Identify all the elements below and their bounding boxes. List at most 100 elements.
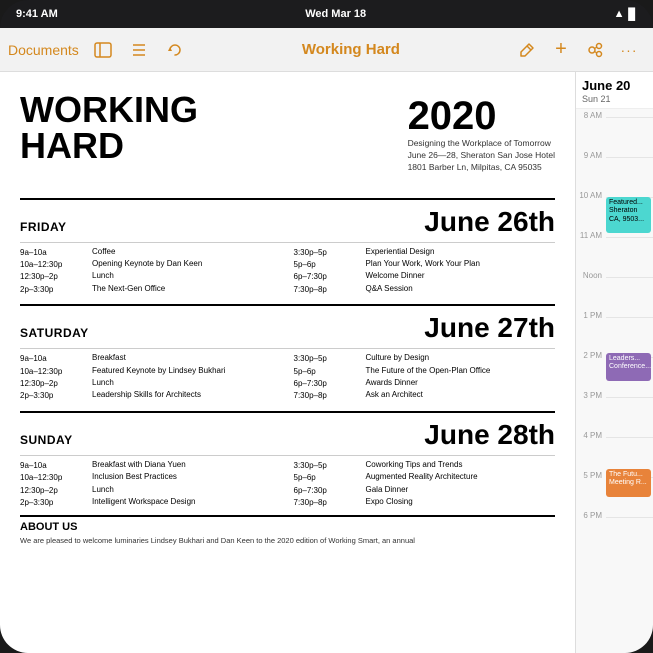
schedule-event: Ask an Architect (366, 390, 556, 400)
schedule-event: Experiential Design (366, 247, 556, 257)
schedule-event: Lunch (92, 378, 282, 388)
days-container: FRIDAYJune 26th9a–10aCoffee10a–12:30pOpe… (20, 198, 555, 510)
date-large: June 27th (424, 312, 555, 344)
cal-time-row: 11 AM (576, 229, 653, 269)
status-time: 9:41 AM (16, 8, 58, 20)
add-button[interactable]: + (545, 34, 577, 66)
cal-time-row: 8 AM (576, 109, 653, 149)
day-header-row: SUNDAYJune 28th (20, 419, 555, 451)
doc-year: 2020 (408, 96, 555, 136)
schedule-time: 6p–7:30p (294, 485, 364, 495)
schedule-row: 5p–6pThe Future of the Open-Plan Office (294, 366, 556, 376)
wifi-icon: ▲ (614, 8, 625, 20)
cal-time-row: 4 PM (576, 429, 653, 469)
day-header-row: SATURDAY June 27th (20, 312, 555, 344)
schedule-row: 12:30p–2pLunch (20, 485, 282, 495)
documents-button[interactable]: Documents (8, 42, 79, 58)
schedule-event: Inclusion Best Practices (92, 472, 282, 482)
list-view-button[interactable] (123, 34, 155, 66)
schedule-time: 3:30p–5p (294, 353, 364, 363)
schedule-event: Lunch (92, 271, 282, 281)
main-area: WORKING HARD 2020 Designing the Workplac… (0, 72, 653, 653)
schedule-event: Featured Keynote by Lindsey Bukhari (92, 366, 282, 376)
document-title: Working Hard (195, 41, 507, 58)
schedule-time: 6p–7:30p (294, 271, 364, 281)
schedule-row: 10a–12:30pOpening Keynote by Dan Keen (20, 259, 282, 269)
status-date: Wed Mar 18 (305, 8, 366, 20)
schedule-event: Opening Keynote by Dan Keen (92, 259, 282, 269)
schedule-time: 9a–10a (20, 247, 90, 257)
schedule-time: 10a–12:30p (20, 472, 90, 482)
schedule-row: 2p–3:30pThe Next-Gen Office (20, 284, 282, 294)
schedule-row: 7:30p–8pAsk an Architect (294, 390, 556, 400)
share-button[interactable] (579, 34, 611, 66)
cal-month-year: June 20 (582, 78, 630, 93)
schedule-event: Welcome Dinner (366, 271, 556, 281)
cal-time-area: 8 AM9 AM10 AM11 AMNoon1 PM2 PM3 PM4 PM5 … (576, 109, 653, 549)
schedule-time: 3:30p–5p (294, 247, 364, 257)
about-text: We are pleased to welcome luminaries Lin… (20, 536, 555, 547)
day-section: SATURDAY June 27th 9a–10aBreakfast 10a–12:3… (20, 304, 555, 403)
toolbar: Documents Working Hard (0, 28, 653, 72)
schedule-event: Leadership Skills for Architects (92, 390, 282, 400)
cal-time-label: 9 AM (576, 149, 606, 189)
more-button[interactable]: ··· (613, 34, 645, 66)
cal-event[interactable]: Leaders... Conference... (606, 353, 651, 381)
schedule-event: Augmented Reality Architecture (366, 472, 556, 482)
doc-header-right: 2020 Designing the Workplace of Tomorrow… (408, 92, 555, 174)
schedule-time: 9a–10a (20, 353, 90, 363)
schedule-grid: 9a–10aBreakfast 10a–12:30pFeatured Keynot… (20, 353, 555, 403)
cal-time-label: Noon (576, 269, 606, 309)
calendar-sidebar: June 20 Sun 21 8 AM9 AM10 AM11 AMNoon1 P… (575, 72, 653, 653)
day-label: SATURDAY (20, 326, 89, 340)
schedule-event: Intelligent Workspace Design (92, 497, 282, 507)
schedule-row: 2p–3:30pIntelligent Workspace Design (20, 497, 282, 507)
schedule-time: 10a–12:30p (20, 366, 90, 376)
undo-button[interactable] (159, 34, 191, 66)
sidebar-toggle-button[interactable] (87, 34, 119, 66)
schedule-time: 3:30p–5p (294, 460, 364, 470)
date-large: June 28th (424, 419, 555, 451)
cal-time-label: 4 PM (576, 429, 606, 469)
schedule-event: Awards Dinner (366, 378, 556, 388)
subtitle-line1: Designing the Workplace of Tomorrow (408, 138, 555, 150)
cal-time-row: Noon (576, 269, 653, 309)
schedule-event: Gala Dinner (366, 485, 556, 495)
schedule-event: Q&A Session (366, 284, 556, 294)
cal-time-label: 8 AM (576, 109, 606, 149)
schedule-row: 10a–12:30pFeatured Keynote by Lindsey Bu… (20, 366, 282, 376)
day-section: SUNDAYJune 28th 9a–10aBreakfast with Dian… (20, 411, 555, 510)
subtitle-line2: June 26—28, Sheraton San Jose Hotel (408, 150, 555, 162)
cal-time-row: 3 PM (576, 389, 653, 429)
cal-time-label: 6 PM (576, 509, 606, 549)
cal-event[interactable]: Featured... Sheraton CA, 9503... (606, 197, 651, 233)
cal-event[interactable]: The Futu... Meeting R... (606, 469, 651, 497)
document-area: WORKING HARD 2020 Designing the Workplac… (0, 72, 575, 653)
battery-icon: ▊ (629, 8, 637, 21)
schedule-row: 12:30p–2pLunch (20, 271, 282, 281)
schedule-row: 3:30p–5pCulture by Design (294, 353, 556, 363)
status-icons: ▲ ▊ (614, 8, 637, 21)
cal-date-label: Sun 21 (582, 94, 647, 104)
schedule-time: 5p–6p (294, 472, 364, 482)
schedule-time: 9a–10a (20, 460, 90, 470)
schedule-row: 9a–10aBreakfast with Diana Yuen (20, 460, 282, 470)
cal-time-row: 1 PM (576, 309, 653, 349)
subtitle-line3: 1801 Barber Ln, Milpitas, CA 95035 (408, 162, 555, 174)
cal-time-label: 1 PM (576, 309, 606, 349)
schedule-row: 9a–10aBreakfast (20, 353, 282, 363)
schedule-event: Breakfast with Diana Yuen (92, 460, 282, 470)
cal-time-label: 3 PM (576, 389, 606, 429)
schedule-row: 7:30p–8pExpo Closing (294, 497, 556, 507)
schedule-time: 12:30p–2p (20, 485, 90, 495)
schedule-row: 7:30p–8pQ&A Session (294, 284, 556, 294)
doc-title-line1: WORKING (20, 92, 198, 128)
schedule-time: 7:30p–8p (294, 497, 364, 507)
schedule-time: 10a–12:30p (20, 259, 90, 269)
doc-main-title: WORKING HARD (20, 92, 198, 164)
schedule-time: 2p–3:30p (20, 497, 90, 507)
about-section: ABOUT US We are pleased to welcome lumin… (20, 515, 555, 547)
schedule-event: The Future of the Open-Plan Office (366, 366, 556, 376)
brush-icon[interactable] (511, 34, 543, 66)
schedule-time: 7:30p–8p (294, 390, 364, 400)
